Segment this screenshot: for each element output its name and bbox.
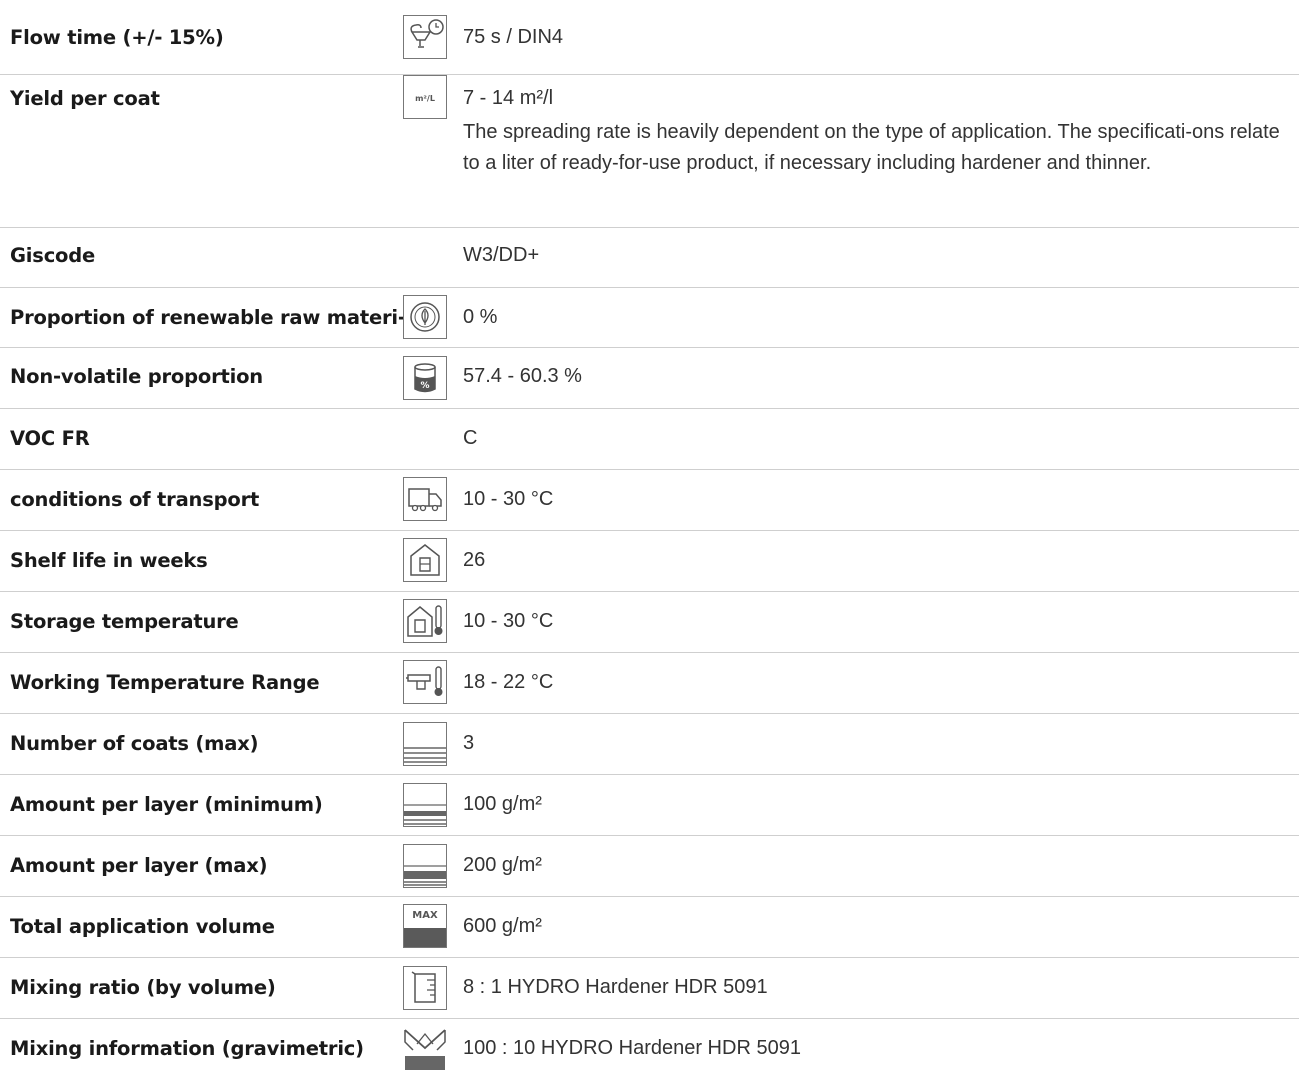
spec-value: 75 s / DIN4 bbox=[463, 26, 564, 48]
spec-row-number-of-coats: Number of coats (max) 3 bbox=[0, 714, 1299, 775]
spec-value: 0 % bbox=[463, 306, 498, 328]
total-volume-max-icon: MAX bbox=[403, 904, 447, 948]
spec-label: Working Temperature Range bbox=[10, 671, 320, 694]
spray-gun-thermometer-icon bbox=[403, 660, 447, 704]
leaf-cycle-icon bbox=[403, 295, 447, 339]
spec-value: W3/DD+ bbox=[463, 244, 540, 266]
truck-icon bbox=[403, 477, 447, 521]
spec-value: 10 - 30 °C bbox=[463, 610, 554, 632]
spec-value: 100 : 10 HYDRO Hardener HDR 5091 bbox=[463, 1037, 801, 1059]
spec-row-mixing-ratio: Mixing ratio (by volume) 8 : 1 HYDRO Har… bbox=[0, 958, 1299, 1019]
spec-value: 26 bbox=[463, 549, 486, 571]
spec-label: Storage temperature bbox=[10, 610, 239, 633]
scale-weight-icon bbox=[403, 1026, 447, 1070]
can-percent-icon: % bbox=[403, 356, 447, 400]
spec-label: Number of coats (max) bbox=[10, 732, 259, 755]
layer-amount-max-icon bbox=[403, 844, 447, 888]
spec-row-yield-per-coat: Yield per coat m²/L 7 - 14 m²/l The spre… bbox=[0, 75, 1299, 228]
spec-label: Shelf life in weeks bbox=[10, 549, 208, 572]
spec-label: Amount per layer (max) bbox=[10, 854, 268, 877]
icon-text: m²/L bbox=[415, 94, 435, 103]
spec-label: Mixing ratio (by volume) bbox=[10, 976, 276, 999]
spec-row-shelf-life: Shelf life in weeks 26 bbox=[0, 531, 1299, 592]
spec-label: Proportion of renewable raw materi- bbox=[10, 306, 406, 329]
spec-row-giscode: Giscode W3/DD+ bbox=[0, 228, 1299, 288]
spec-note: The spreading rate is heavily dependent … bbox=[463, 121, 1280, 174]
spec-row-non-volatile-proportion: Non-volatile proportion % 57.4 - 60.3 % bbox=[0, 348, 1299, 409]
spec-row-renewable-raw-materials: Proportion of renewable raw materi- 0 % bbox=[0, 288, 1299, 348]
spec-row-working-temperature: Working Temperature Range 18 - 22 °C bbox=[0, 653, 1299, 714]
spec-label: Mixing information (gravimetric) bbox=[10, 1037, 364, 1060]
icon-text: MAX bbox=[412, 910, 438, 921]
spec-row-amount-per-layer-min: Amount per layer (minimum) 100 g/m² bbox=[0, 775, 1299, 836]
spec-value: 10 - 30 °C bbox=[463, 488, 554, 510]
spec-value: C bbox=[463, 427, 478, 449]
spec-row-flow-time: Flow time (+/- 15%) 75 s / DIN4 bbox=[0, 0, 1299, 75]
square-meters-per-liter-icon: m²/L bbox=[403, 75, 447, 119]
spec-label: Amount per layer (minimum) bbox=[10, 793, 323, 816]
spec-value: 8 : 1 HYDRO Hardener HDR 5091 bbox=[463, 976, 768, 998]
spec-value: 200 g/m² bbox=[463, 854, 542, 876]
spec-value: 7 - 14 m²/l bbox=[463, 87, 554, 109]
spec-label: Giscode bbox=[10, 244, 96, 267]
spec-label: Total application volume bbox=[10, 915, 275, 938]
spec-row-transport: conditions of transport 10 - 30 °C bbox=[0, 470, 1299, 531]
spec-value: 100 g/m² bbox=[463, 793, 542, 815]
coat-layers-icon bbox=[403, 722, 447, 766]
spec-row-storage-temperature: Storage temperature 10 - 30 °C bbox=[0, 592, 1299, 653]
spec-label: Non-volatile proportion bbox=[10, 365, 263, 388]
storage-thermometer-icon bbox=[403, 599, 447, 643]
measuring-beaker-icon bbox=[403, 966, 447, 1010]
spec-label: conditions of transport bbox=[10, 488, 260, 511]
spec-value: 18 - 22 °C bbox=[463, 671, 554, 693]
spec-label: Yield per coat bbox=[10, 87, 160, 110]
spec-label: VOC FR bbox=[10, 427, 90, 450]
spec-value: 57.4 - 60.3 % bbox=[463, 365, 582, 387]
spec-row-amount-per-layer-max: Amount per layer (max) 200 g/m² bbox=[0, 836, 1299, 897]
spec-row-voc-fr: VOC FR C bbox=[0, 409, 1299, 470]
flow-cup-timer-icon bbox=[403, 15, 447, 59]
spec-value: 3 bbox=[463, 732, 475, 754]
spec-value: 600 g/m² bbox=[463, 915, 542, 937]
storage-house-icon bbox=[403, 538, 447, 582]
spec-label: Flow time (+/- 15%) bbox=[10, 26, 224, 49]
svg-text:%: % bbox=[420, 381, 429, 391]
layer-amount-min-icon bbox=[403, 783, 447, 827]
spec-row-total-application-volume: Total application volume MAX 600 g/m² bbox=[0, 897, 1299, 958]
spec-row-mixing-gravimetric: Mixing information (gravimetric) 100 : 1… bbox=[0, 1019, 1299, 1070]
